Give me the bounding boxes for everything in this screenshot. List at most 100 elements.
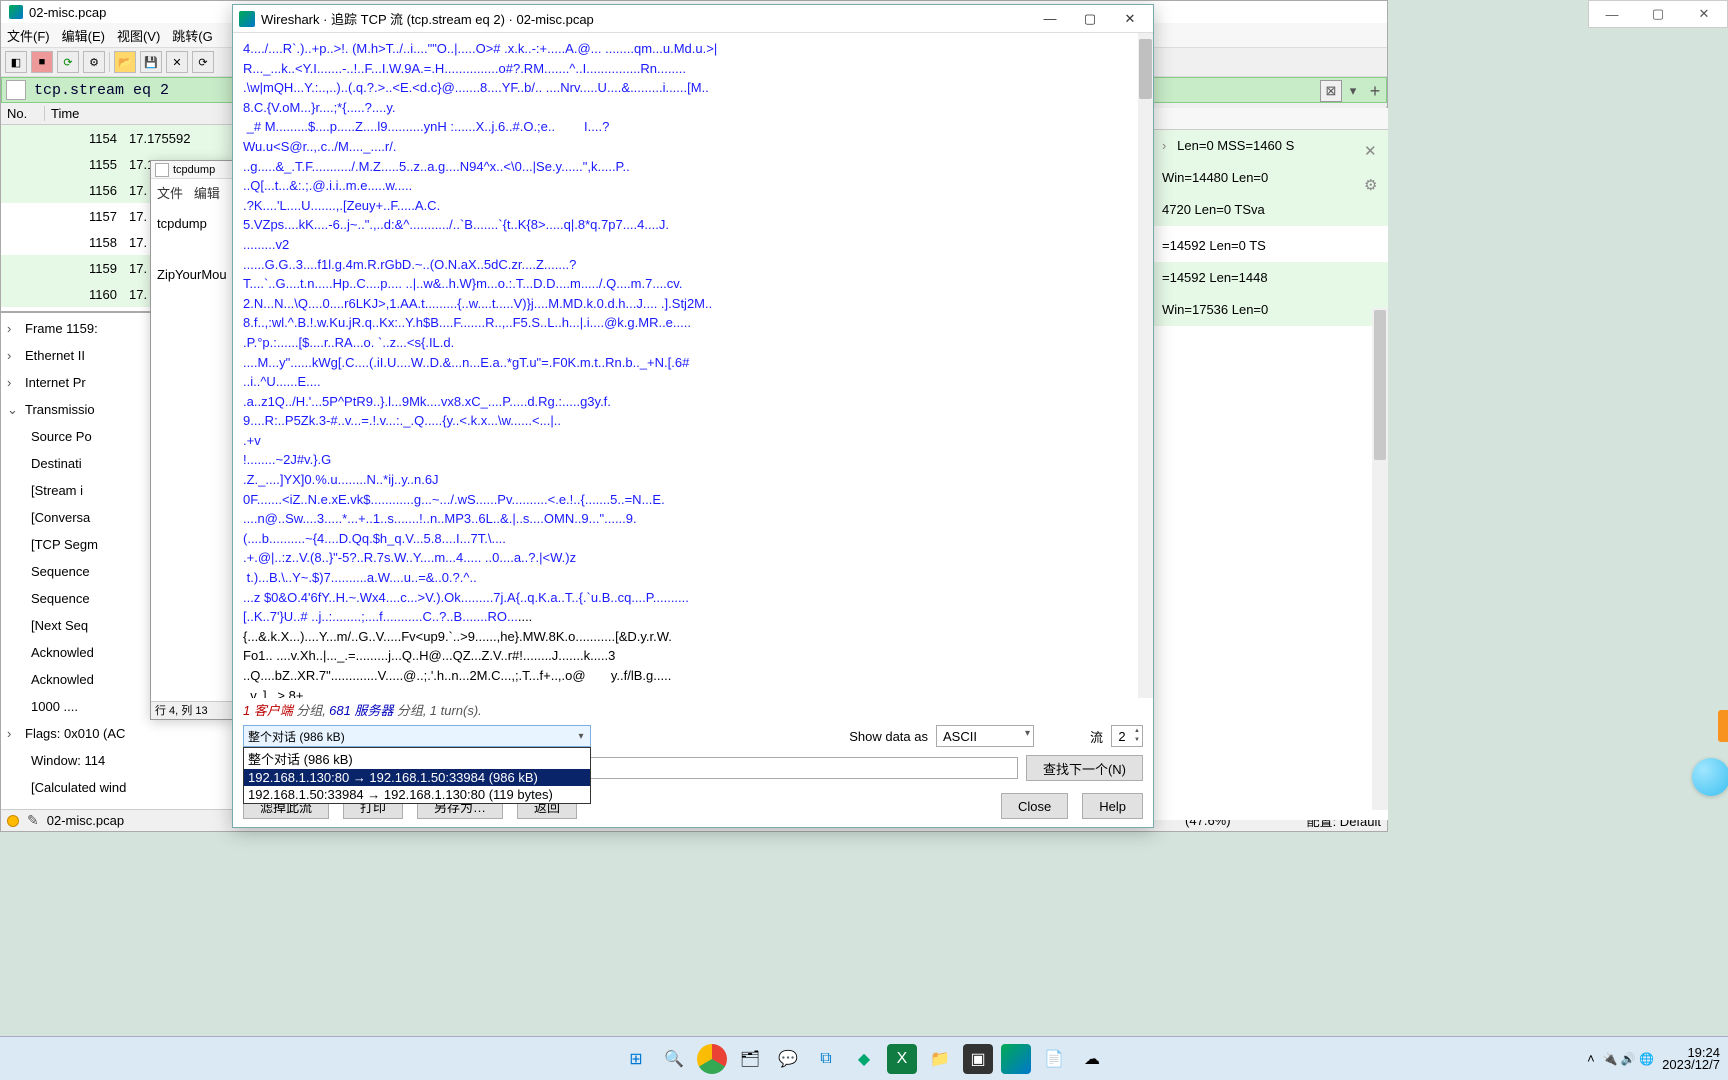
excel-icon[interactable]: X [887,1044,917,1074]
chevron-down-icon[interactable]: ▾ [1025,728,1030,739]
tb-options-icon[interactable]: ⚙ [83,51,105,73]
expand-icon[interactable]: › [7,315,25,342]
info-row[interactable]: =14592 Len=1448 [1154,262,1388,294]
col-no-header[interactable]: No. [1,106,45,121]
close-button[interactable]: Close [1001,793,1068,819]
info-row[interactable]: =14592 Len=0 TS [1154,230,1388,262]
info-row[interactable]: 4720 Len=0 TSva [1154,194,1388,226]
encoding-combo[interactable]: ASCII▾ [936,725,1034,747]
direction-combo[interactable]: ▾ 整个对话 (986 kB) 192.168.1.130:80 → 192.1… [243,725,591,747]
scrollbar-thumb[interactable] [1374,310,1386,460]
mid-title: tcpdump [173,164,215,176]
tb-restart-icon[interactable]: ⟳ [57,51,79,73]
stream-text[interactable]: 4..../....R`.)..+p..>!. (M.h>T../..i....… [243,39,1143,698]
apply-filter-icon[interactable]: ▾ [1342,80,1364,102]
wechat-icon[interactable]: 💬 [773,1044,803,1074]
tb-start-icon[interactable]: ◧ [5,51,27,73]
explorer-icon[interactable]: 📁 [925,1044,955,1074]
mid-item[interactable]: ZipYourMou [151,257,234,284]
scrollbar[interactable] [1138,33,1153,698]
scrollbar-thumb[interactable] [1139,39,1152,99]
mid-item[interactable]: tcpdump [151,206,234,233]
notepad-icon[interactable]: 📄 [1039,1044,1069,1074]
chevron-down-icon[interactable]: ▾ [574,727,588,745]
menu-go[interactable]: 跳转(G [172,26,212,45]
stream-spinner[interactable]: ▲▼ [1111,725,1143,747]
tb-save-icon[interactable]: 💾 [140,51,162,73]
find-next-button[interactable]: 查找下一个(N) [1026,755,1143,781]
add-filter-button[interactable]: + [1364,81,1386,102]
expand-icon[interactable]: › [7,720,25,747]
mid-status: 行 4, 列 13 [151,701,234,719]
mid-menu: 文件 编辑 [151,179,234,206]
task-view-icon[interactable]: 🗂 [735,1044,765,1074]
chrome-icon[interactable] [697,1044,727,1074]
app-icon[interactable]: ◆ [849,1044,879,1074]
expand-icon[interactable]: › [7,342,25,369]
help-button[interactable]: Help [1082,793,1143,819]
close-peek-icon[interactable]: ✕ [1364,142,1382,160]
system-tray: ˄ 🔌 🔊 🌐 19:24 2023/12/7 [1587,1047,1720,1071]
dialog-titlebar[interactable]: Wireshark · 追踪 TCP 流 (tcp.stream eq 2) ·… [233,5,1153,33]
menu-view[interactable]: 视图(V) [117,26,160,45]
search-icon[interactable]: 🔍 [659,1044,689,1074]
stream-content[interactable]: 4..../....R`.)..+p..>!. (M.h>T../..i....… [233,33,1153,698]
direction-option[interactable]: 192.168.1.130:80 → 192.168.1.50:33984 (9… [244,769,590,786]
doc-icon [155,163,169,177]
mid-menu-edit[interactable]: 编辑 [194,186,220,201]
wireshark-taskbar-icon[interactable] [1001,1044,1031,1074]
menu-file[interactable]: 文件(F) [7,26,50,45]
edit-icon[interactable]: ✎ [27,812,39,829]
stream-label: 流 [1090,727,1103,746]
assistant-bubble-icon[interactable] [1692,758,1728,796]
collapse-icon[interactable]: ⌄ [7,396,25,423]
bg-min-icon[interactable]: — [1589,1,1635,27]
clear-filter-icon[interactable]: ⊠ [1320,80,1342,102]
direction-dropdown[interactable]: 整个对话 (986 kB) 192.168.1.130:80 → 192.168… [243,747,591,804]
info-row[interactable]: › Len=0 MSS=1460 S [1154,130,1388,162]
close-icon[interactable]: ✕ [1113,8,1147,30]
packet-info-peek: › Len=0 MSS=1460 S Win=14480 Len=0 4720 … [1154,108,1388,820]
scrollbar[interactable] [1372,308,1388,810]
expert-info-icon[interactable] [7,815,19,827]
tb-reload-icon[interactable]: ⟳ [192,51,214,73]
show-data-as-label: Show data as [849,729,928,744]
main-title-text: 02-misc.pcap [29,5,106,20]
wireshark-icon [239,11,255,27]
info-row[interactable]: Win=14480 Len=0 [1154,162,1388,194]
menu-edit[interactable]: 编辑(E) [62,26,105,45]
tray-chevron-icon[interactable]: ˄ [1587,1051,1595,1066]
status-file: 02-misc.pcap [47,813,124,828]
maximize-icon[interactable]: ▢ [1073,8,1107,30]
clock[interactable]: 19:24 2023/12/7 [1662,1047,1720,1071]
stream-number-input[interactable] [1112,729,1132,744]
cloud-icon[interactable]: ☁ [1077,1044,1107,1074]
direction-input[interactable] [243,725,591,747]
minimize-icon[interactable]: — [1033,8,1067,30]
spin-up-icon[interactable]: ▲ [1132,727,1142,736]
spin-down-icon[interactable]: ▼ [1132,736,1142,745]
side-tab-icon[interactable] [1718,710,1728,742]
taskbar: ⊞ 🔍 🗂 💬 ⧉ ◆ X 📁 ▣ 📄 ☁ ˄ 🔌 🔊 🌐 19:24 2023… [0,1036,1728,1080]
direction-option[interactable]: 192.168.1.50:33984 → 192.168.1.130:80 (1… [244,786,590,803]
direction-option[interactable]: 整个对话 (986 kB) [244,748,590,769]
tb-stop-icon[interactable]: ■ [31,51,53,73]
filter-bookmark-icon[interactable] [6,80,26,100]
mid-menu-file[interactable]: 文件 [157,186,183,201]
info-row[interactable]: Win=17536 Len=0 [1154,294,1388,326]
tray-icons[interactable]: 🔌 🔊 🌐 [1603,1052,1655,1066]
gear-icon[interactable]: ⚙ [1364,176,1382,194]
dialog-controls-row1: ▾ 整个对话 (986 kB) 192.168.1.130:80 → 192.1… [233,721,1153,751]
bg-max-icon[interactable]: ▢ [1635,1,1681,27]
bg-close-icon[interactable]: ✕ [1681,1,1727,27]
terminal-icon[interactable]: ▣ [963,1044,993,1074]
taskbar-apps: ⊞ 🔍 🗂 💬 ⧉ ◆ X 📁 ▣ 📄 ☁ [621,1044,1107,1074]
tb-open-icon[interactable]: 📂 [114,51,136,73]
vscode-icon[interactable]: ⧉ [811,1044,841,1074]
start-icon[interactable]: ⊞ [621,1044,651,1074]
wireshark-icon [9,5,23,19]
tb-close-icon[interactable]: ✕ [166,51,188,73]
stream-summary: 1 客户端 分组, 681 服务器 分组, 1 turn(s). [233,698,1153,721]
mid-titlebar: tcpdump [151,161,234,179]
expand-icon[interactable]: › [7,369,25,396]
